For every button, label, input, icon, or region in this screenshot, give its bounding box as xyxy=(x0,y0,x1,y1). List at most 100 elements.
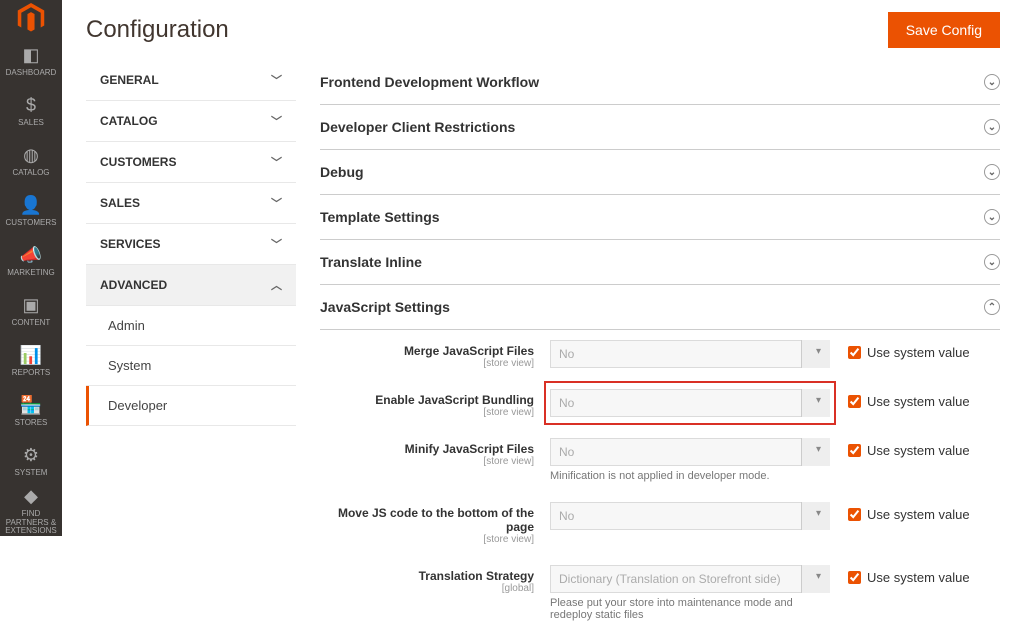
config-section-label: SALES xyxy=(100,196,140,210)
chevron-down-icon: ﹀ xyxy=(271,72,282,88)
fieldset-label: JavaScript Settings xyxy=(320,299,450,315)
expand-icon: ⌄ xyxy=(984,164,1000,180)
field-input-col: Dictionary (Translation on Storefront si… xyxy=(550,565,830,621)
field-select-move-js-code-to-the-bottom-of-the-page[interactable]: No xyxy=(550,502,830,530)
config-section-advanced[interactable]: ADVANCED ︿ xyxy=(86,265,296,306)
nav-label: SYSTEM xyxy=(13,469,50,478)
select-wrap: No xyxy=(550,340,830,368)
fieldset-template-settings[interactable]: Template Settings⌄ xyxy=(320,195,1000,240)
use-system-checkbox[interactable] xyxy=(848,508,861,521)
nav-icon: ◆ xyxy=(24,486,38,507)
expand-icon: ⌄ xyxy=(984,74,1000,90)
config-section-services[interactable]: SERVICES﹀ xyxy=(86,224,296,265)
field-input-col: No xyxy=(550,389,830,417)
field-scope: [store view] xyxy=(320,407,534,418)
config-section-label: CATALOG xyxy=(100,114,158,128)
main-content: Configuration Save Config GENERAL﹀CATALO… xyxy=(62,0,1024,536)
collapse-icon: ⌃ xyxy=(984,299,1000,315)
nav-label: SALES xyxy=(16,119,46,128)
use-system-label: Use system value xyxy=(867,570,970,585)
fieldset-developer-client-restrictions[interactable]: Developer Client Restrictions⌄ xyxy=(320,105,1000,150)
fieldset-debug[interactable]: Debug ⌄ xyxy=(320,150,1000,195)
nav-label: CUSTOMERS xyxy=(4,219,59,228)
nav-item-system[interactable]: ⚙ SYSTEM xyxy=(0,436,62,486)
nav-item-marketing[interactable]: 📣MARKETING xyxy=(0,236,62,286)
fieldset-label: Template Settings xyxy=(320,209,440,225)
config-subitem-developer[interactable]: Developer xyxy=(86,386,296,426)
admin-sidebar: ◧DASHBOARD$SALES ◍ CATALOG 👤 CUSTOMERS 📣MARKE… xyxy=(0,0,62,536)
config-sections-sidebar: GENERAL﹀CATALOG﹀CUSTOMERS﹀SALES﹀SERVICES… xyxy=(86,60,296,631)
config-subitem-admin[interactable]: Admin xyxy=(86,306,296,346)
expand-icon: ⌄ xyxy=(984,119,1000,135)
fieldset-label: Frontend Development Workflow xyxy=(320,74,539,90)
nav-label: FIND PARTNERS & EXTENSIONS xyxy=(0,510,62,536)
config-section-general[interactable]: GENERAL ﹀ xyxy=(86,60,296,101)
field-label: Merge JavaScript Files xyxy=(320,344,534,358)
field-note: Minification is not applied in developer… xyxy=(550,470,830,482)
config-section-sales[interactable]: SALES ﹀ xyxy=(86,183,296,224)
page-header: Configuration Save Config xyxy=(62,0,1024,60)
field-check-col: Use system value xyxy=(830,438,970,458)
nav-icon: 👤 xyxy=(20,195,42,216)
field-input-col: No Minification is not applied in develo… xyxy=(550,438,830,482)
nav-icon: ◍ xyxy=(23,145,39,166)
fieldset-label: Translate Inline xyxy=(320,254,422,270)
field-select-translation-strategy[interactable]: Dictionary (Translation on Storefront si… xyxy=(550,565,830,593)
nav-item-customers[interactable]: 👤 CUSTOMERS xyxy=(0,186,62,236)
field-scope: [global] xyxy=(320,583,534,594)
field-select-merge-javascript-files[interactable]: No xyxy=(550,340,830,368)
nav-item-catalog[interactable]: ◍ CATALOG xyxy=(0,136,62,186)
use-system-checkbox[interactable] xyxy=(848,444,861,457)
field-label-col: Translation Strategy [global] xyxy=(320,565,550,594)
nav-item-sales[interactable]: $SALES xyxy=(0,86,62,136)
config-section-label: GENERAL xyxy=(100,73,159,87)
field-row: Enable JavaScript Bundling [store view] … xyxy=(320,379,1000,428)
page-title: Configuration xyxy=(86,16,229,44)
config-section-customers[interactable]: CUSTOMERS ﹀ xyxy=(86,142,296,183)
config-section-catalog[interactable]: CATALOG ﹀ xyxy=(86,101,296,142)
nav-label: CATALOG xyxy=(10,169,51,178)
field-input-col: No xyxy=(550,340,830,368)
field-input-col: No xyxy=(550,502,830,530)
field-label-col: Merge JavaScript Files [store view] xyxy=(320,340,550,369)
chevron-down-icon: ﹀ xyxy=(271,195,282,211)
use-system-label: Use system value xyxy=(867,345,970,360)
config-subitem-system[interactable]: System xyxy=(86,346,296,386)
use-system-label: Use system value xyxy=(867,394,970,409)
nav-icon: ▣ xyxy=(22,295,39,316)
nav-icon: ⚙ xyxy=(23,445,39,466)
chevron-up-icon: ︿ xyxy=(271,277,282,293)
fieldset-javascript-settings[interactable]: JavaScript Settings ⌃ xyxy=(320,285,1000,330)
nav-item-reports[interactable]: 📊REPORTS xyxy=(0,336,62,386)
field-label: Minify JavaScript Files xyxy=(320,442,534,456)
nav-item-dashboard[interactable]: ◧DASHBOARD xyxy=(0,36,62,86)
field-select-enable-javascript-bundling[interactable]: No xyxy=(550,389,830,417)
field-row: Translation Strategy [global] Dictionary… xyxy=(320,555,1000,631)
use-system-checkbox[interactable] xyxy=(848,395,861,408)
field-label-col: Minify JavaScript Files [store view] xyxy=(320,438,550,467)
fieldset-translate-inline[interactable]: Translate Inline⌄ xyxy=(320,240,1000,285)
config-section-label: CUSTOMERS xyxy=(100,155,176,169)
chevron-down-icon: ﹀ xyxy=(271,236,282,252)
chevron-down-icon: ﹀ xyxy=(271,113,282,129)
nav-item-content[interactable]: ▣CONTENT xyxy=(0,286,62,336)
fieldset-label: Debug xyxy=(320,164,364,180)
field-label: Enable JavaScript Bundling xyxy=(320,393,534,407)
nav-item-stores[interactable]: 🏪STORES xyxy=(0,386,62,436)
use-system-checkbox[interactable] xyxy=(848,346,861,359)
field-check-col: Use system value xyxy=(830,340,970,360)
chevron-down-icon: ﹀ xyxy=(271,154,282,170)
field-label: Translation Strategy xyxy=(320,569,534,583)
field-scope: [store view] xyxy=(320,358,534,369)
magento-logo[interactable] xyxy=(0,0,62,36)
config-fieldsets: Frontend Development Workflow⌄Developer … xyxy=(320,60,1000,631)
field-select-minify-javascript-files[interactable]: No xyxy=(550,438,830,466)
config-section-label: ADVANCED xyxy=(100,278,167,292)
nav-item-find-partners-extensions[interactable]: ◆ FIND PARTNERS & EXTENSIONS xyxy=(0,486,62,536)
save-config-button[interactable]: Save Config xyxy=(888,12,1000,48)
select-wrap: Dictionary (Translation on Storefront si… xyxy=(550,565,830,593)
fieldset-frontend-development-workflow[interactable]: Frontend Development Workflow ⌄ xyxy=(320,60,1000,105)
use-system-checkbox[interactable] xyxy=(848,571,861,584)
select-wrap: No xyxy=(550,389,830,417)
field-check-col: Use system value xyxy=(830,565,970,585)
